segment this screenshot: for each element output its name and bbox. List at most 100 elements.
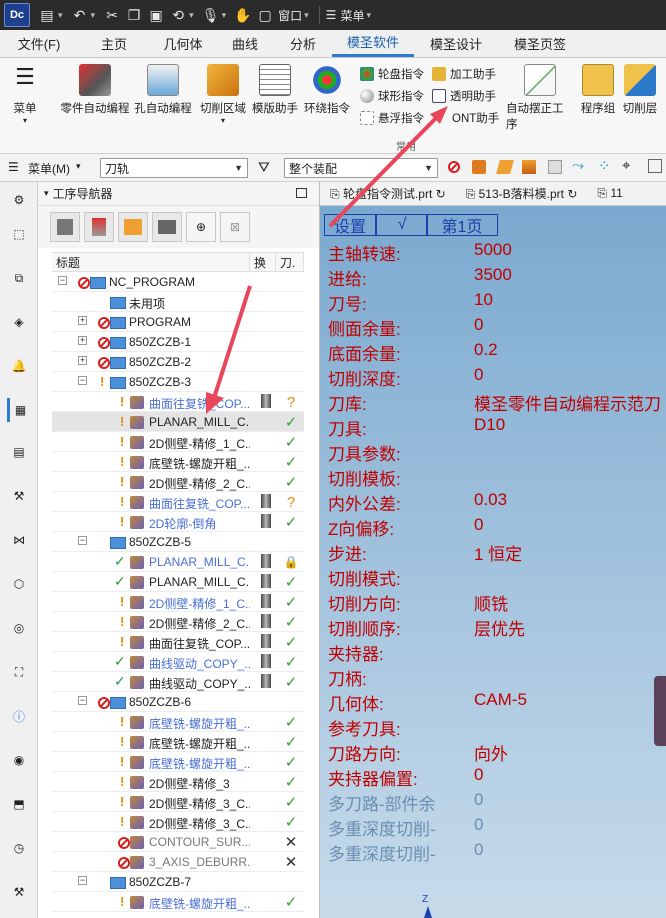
transparent-helper-button[interactable]: 透明助手 <box>432 88 496 104</box>
collapse-icon[interactable]: − <box>78 876 87 885</box>
program-order-view-icon[interactable] <box>50 212 80 242</box>
tree-row[interactable]: − 850ZCZB-6 <box>52 692 304 712</box>
tree-row[interactable]: ! 曲面往复铣_COP...? <box>52 492 304 512</box>
param-value[interactable]: 0 <box>474 790 483 810</box>
ont-helper-button[interactable]: ONT助手 <box>452 110 499 126</box>
tree-row[interactable]: −! 850ZCZB-3 <box>52 372 304 392</box>
tree-row[interactable]: ✓ 曲线驱动_COPY_... ✓ <box>52 652 304 672</box>
ribbon-menu-button[interactable]: ☰ 菜单 ▾ <box>10 64 40 125</box>
param-value[interactable]: 顺铣 <box>474 590 508 615</box>
microphone-icon[interactable]: 🎙 <box>200 4 222 26</box>
save-dropdown-icon[interactable]: ▾ <box>58 10 63 21</box>
cut-region-button[interactable]: 切削区域 ▾ <box>196 64 250 125</box>
tab-mosheng-pages[interactable]: 模圣页签 <box>498 29 582 57</box>
tree-row[interactable]: +850ZCZB-2 <box>52 352 304 372</box>
template-helper-button[interactable]: 模版助手 <box>250 64 300 116</box>
repeat-dropdown-icon[interactable]: ▾ <box>189 10 194 21</box>
tree-row[interactable]: 3_AXIS_DEBURR... ✕ <box>52 852 304 872</box>
auto-program-hole-button[interactable]: 孔自动编程 <box>132 64 194 116</box>
auto-align-operation-button[interactable]: 自动摆正工序 <box>506 64 574 132</box>
page-button[interactable]: 第1页 <box>426 214 498 236</box>
tree-row[interactable]: − 850ZCZB-5 <box>52 532 304 552</box>
tree-row[interactable]: − NC_PROGRAM <box>52 272 304 292</box>
roles-icon[interactable]: ⛶ <box>7 660 31 684</box>
constraint-icon[interactable]: ◈ <box>7 310 31 334</box>
param-value[interactable]: 0 <box>474 815 483 835</box>
surround-command-button[interactable]: 环绕指令 <box>302 64 352 116</box>
tree-row[interactable]: ! 2D侧壁-精修_2_C... ✓ <box>52 472 304 492</box>
param-value[interactable]: 1 恒定 <box>474 540 522 565</box>
param-value[interactable]: D10 <box>474 415 505 435</box>
window-icon[interactable]: ▢ <box>254 4 276 26</box>
touch-mode-icon[interactable]: ✋ <box>232 4 254 26</box>
geometry-view-icon[interactable] <box>118 212 148 242</box>
param-value[interactable]: 3500 <box>474 265 512 285</box>
expand-icon[interactable]: + <box>78 316 87 325</box>
part-navigator-icon[interactable]: ⬚ <box>7 222 31 246</box>
tab-geometry[interactable]: 几何体 <box>150 29 216 57</box>
ball-command-button[interactable]: 球形指令 <box>360 88 424 104</box>
column-tool[interactable]: 刀. <box>276 253 304 271</box>
web-browser-icon[interactable]: ◉ <box>7 748 31 772</box>
tab-curve[interactable]: 曲线 <box>216 29 274 57</box>
type-filter-select[interactable]: 刀轨 ▼ <box>100 158 248 178</box>
maximize-icon[interactable] <box>296 188 307 198</box>
solid-body-icon[interactable] <box>472 160 486 174</box>
tree-row[interactable]: ✓ PLANAR_MILL_C... 🔒 <box>52 552 304 572</box>
param-value[interactable]: 0 <box>474 840 483 860</box>
paste-icon[interactable]: ▣ <box>145 4 167 26</box>
undo-icon[interactable]: ↶ <box>69 4 91 26</box>
tree-row[interactable]: +850ZCZB-1 <box>52 332 304 352</box>
tree-row[interactable]: ! 曲面往复铣_COP...? <box>52 392 304 412</box>
tab-mosheng-software[interactable]: 模圣软件 <box>332 29 414 57</box>
curve-icon[interactable]: ⤳ <box>572 157 584 174</box>
undo-dropdown-icon[interactable]: ▾ <box>91 10 96 21</box>
save-icon[interactable]: ▤ <box>36 4 58 26</box>
settings-button[interactable]: 设置 <box>324 214 376 236</box>
tree-row[interactable]: ! 2D侧壁-精修_1_C... ✓ <box>52 592 304 612</box>
copy-icon[interactable]: ❐ <box>123 4 145 26</box>
param-value[interactable]: 0.03 <box>474 490 507 510</box>
file-tab[interactable]: ⎘ 513-B落料模.prt ↻ <box>456 185 588 202</box>
file-tab[interactable]: ⎘ 轮盘指令测试.prt ↻ <box>320 185 456 202</box>
param-value[interactable]: 0 <box>474 315 483 335</box>
menu-dropdown-icon[interactable]: ▾ <box>366 10 371 21</box>
expand-icon[interactable]: + <box>78 356 87 365</box>
window-menu[interactable]: 窗口 <box>278 7 302 24</box>
expand-icon[interactable]: + <box>78 336 87 345</box>
collapse-icon[interactable]: ▾ <box>44 188 49 199</box>
assembly-navigator-icon[interactable]: ⧉ <box>7 266 31 290</box>
tree-row[interactable]: 未用项 <box>52 292 304 312</box>
cut-level-button[interactable]: 切削层 <box>620 64 660 116</box>
collapse-icon[interactable]: − <box>78 536 87 545</box>
tree-row[interactable]: ✓ 曲线驱动_COPY_... ✓ <box>52 672 304 692</box>
machine-tool-icon[interactable]: ▤ <box>7 440 31 464</box>
column-title[interactable]: 标题 <box>52 253 250 271</box>
tree-row[interactable]: ! 2D侧壁-精修_3_C... ✓ <box>52 812 304 832</box>
auto-program-part-button[interactable]: 零件自动编程 <box>58 64 132 116</box>
param-value[interactable]: 向外 <box>474 740 508 765</box>
bell-icon[interactable]: 🔔 <box>7 354 31 378</box>
confirm-button[interactable]: √ <box>376 214 428 236</box>
param-value[interactable]: 0 <box>474 515 483 535</box>
param-value[interactable]: 5000 <box>474 240 512 260</box>
tools-icon[interactable]: ⚒ <box>7 880 31 904</box>
no-selection-icon[interactable] <box>448 159 460 173</box>
param-value[interactable]: 层优先 <box>474 615 525 640</box>
sheet-icon[interactable] <box>548 160 562 174</box>
tree-row[interactable]: ! 底壁铣-螺旋开粗_... ✓ <box>52 732 304 752</box>
collapse-icon[interactable]: − <box>78 376 87 385</box>
tree-row[interactable]: ! 底壁铣-螺旋开粗_... ✓ <box>52 452 304 472</box>
toolbar-menu[interactable]: 菜单(M) <box>28 160 70 177</box>
tree-row[interactable]: ! 2D侧壁-精修_1_C... ✓ <box>52 432 304 452</box>
tree-row[interactable]: ! 底壁铣-螺旋开粗_... ✓ <box>52 712 304 732</box>
mic-dropdown-icon[interactable]: ▾ <box>222 10 227 21</box>
cut-icon[interactable]: ✂ <box>101 4 123 26</box>
param-value[interactable]: 0 <box>474 365 483 385</box>
menu-label[interactable]: 菜单 <box>340 7 364 24</box>
filter-icon[interactable]: ⛛ <box>258 159 270 176</box>
hamburger-icon[interactable]: ☰ <box>8 160 19 174</box>
collapse-icon[interactable]: − <box>78 696 87 705</box>
feature-icon[interactable]: ◎ <box>7 616 31 640</box>
file-tab[interactable]: ⎘ 11 <box>587 186 632 201</box>
